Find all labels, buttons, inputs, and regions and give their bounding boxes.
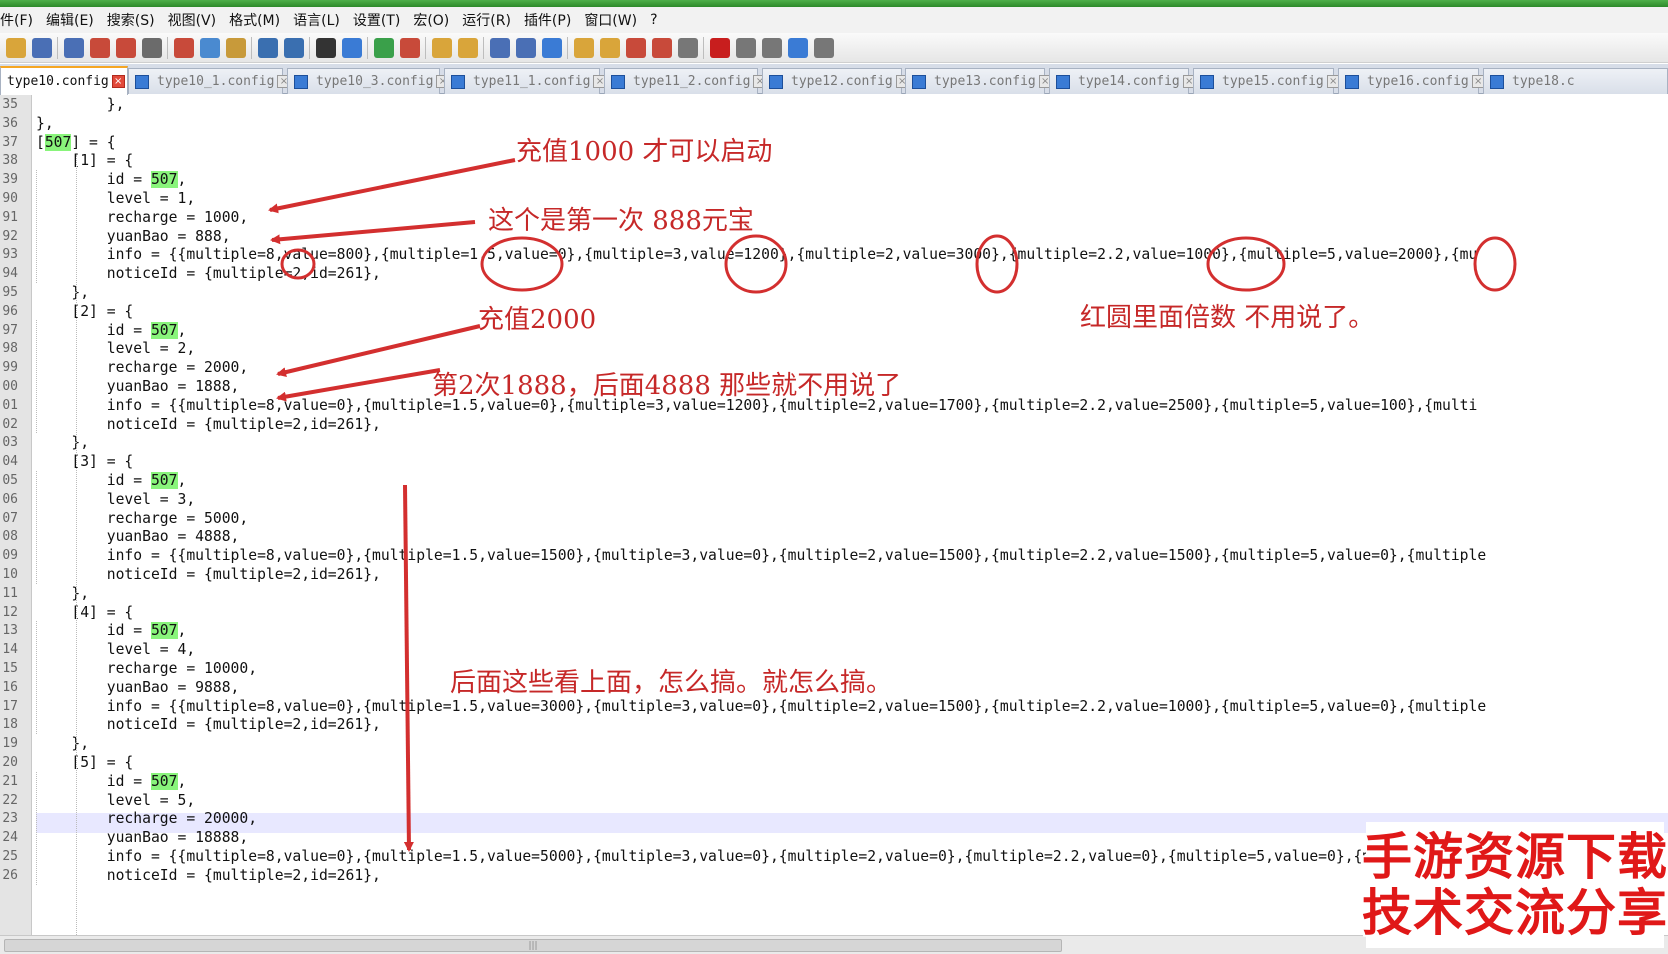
watermark: 手游资源下载 技术交流分享 (1362, 822, 1667, 948)
annotation-note-6: 后面这些看上面，怎么搞。就怎么搞。 (450, 668, 893, 698)
circle-multiple-3 (724, 234, 788, 294)
circle-multiple-1-5 (480, 236, 564, 292)
arrow-down (403, 484, 414, 852)
tab-label: type10.config (7, 74, 109, 89)
circle-multiple-8 (280, 248, 316, 280)
arrow-to-yuanbao-2 (276, 368, 441, 402)
watermark-line-1: 手游资源下载 (1362, 828, 1668, 886)
annotation-note-3: 充值2000 (478, 305, 597, 335)
arrow-to-level (268, 158, 516, 214)
close-tab-icon[interactable]: × (111, 75, 125, 88)
annotation-note-1: 充值1000 才可以启动 (516, 137, 773, 167)
annotation-note-2: 这个是第一次 888元宝 (488, 206, 754, 236)
watermark-line-2: 技术交流分享 (1362, 884, 1668, 942)
circle-multiple-2 (975, 234, 1019, 294)
circle-multiple-5 (1473, 236, 1517, 292)
annotation-note-5: 第2次1888，后面4888 那些就不用说了 (432, 371, 902, 401)
annotation-overlay (268, 158, 1517, 852)
circle-multiple-2-2 (1206, 236, 1286, 292)
arrow-to-recharge-2 (276, 324, 481, 378)
arrow-to-recharge (270, 220, 476, 245)
tab-type10-config[interactable]: type10.config × (0, 66, 128, 95)
annotation-note-4: 红圆里面倍数 不用说了。 (1080, 303, 1375, 333)
